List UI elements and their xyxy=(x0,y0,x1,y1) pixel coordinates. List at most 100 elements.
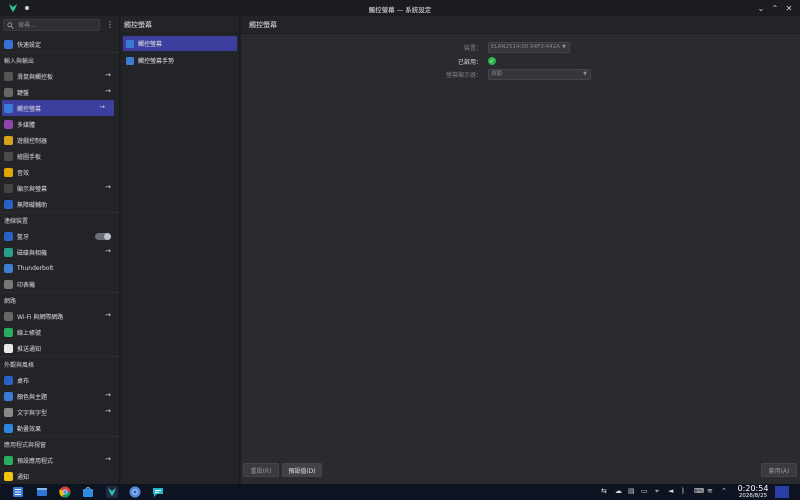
sidebar-item[interactable]: 觸控螢幕 → xyxy=(2,100,114,116)
sidebar-item-label: 印表機 xyxy=(17,281,36,289)
printer-icon xyxy=(4,279,13,289)
sidebar-item[interactable]: 線上帳號 xyxy=(0,324,120,340)
maximize-icon: ⌃ xyxy=(771,3,779,13)
enabled-checkbox[interactable]: ✓ xyxy=(488,57,496,65)
tray-expand-icon[interactable]: ⌃ xyxy=(721,487,727,495)
sidebar-item[interactable]: Thunderbolt xyxy=(0,260,120,276)
device-select[interactable]: ELAN2514:00 04F3:442A ▼ xyxy=(488,41,570,53)
colors-themes-icon xyxy=(4,391,13,401)
reset-button[interactable]: 重設(R) xyxy=(243,463,279,477)
sidebar-item[interactable]: 印表機 xyxy=(0,276,120,292)
location-icon[interactable]: ⌖ xyxy=(655,487,659,496)
orientation-row: 螢幕顯示器： 自動 ▼ xyxy=(241,68,800,80)
bluetooth-tray-icon[interactable]: ᛒ xyxy=(681,487,685,495)
sidebar-item[interactable]: 磁碟與相機 → xyxy=(0,244,120,260)
sidebar-nav: 快速設定 輸入與輸出 滑鼠與觸控板 → 鍵盤 → 觸控螢幕 → 多媒體 遊戲控制器 繪圖手板 音效 顯示… xyxy=(0,36,120,484)
subcategory-item-label: 觸控螢幕手勢 xyxy=(138,58,175,65)
sidebar-item-label: 多媒體 xyxy=(17,121,36,129)
search-input[interactable] xyxy=(18,20,98,30)
search-box[interactable] xyxy=(3,19,100,31)
chevron-right-icon: → xyxy=(105,391,111,399)
window-title: 觸控螢幕 — 系統設定 xyxy=(368,6,432,14)
orientation-value: 自動 xyxy=(491,70,503,77)
chevron-right-icon: → xyxy=(105,455,111,463)
sidebar-item[interactable]: Wi-Fi 與網際網路 → xyxy=(0,308,120,324)
settings-content: 觸控螢幕 裝置： ELAN2514:00 04F3:442A ▼ 已啟用： ✓ … xyxy=(241,16,800,484)
sidebar-item-label: 磁碟與相機 xyxy=(17,249,48,257)
sound-icon xyxy=(4,167,13,177)
subcategory-item[interactable]: 觸控螢幕 xyxy=(123,36,237,51)
sidebar-item[interactable]: 音效 xyxy=(0,164,120,180)
clipboard-icon[interactable]: ▤ xyxy=(628,487,635,495)
chrome-browser-icon[interactable] xyxy=(59,486,71,498)
sidebar-item-label: 遊戲控制器 xyxy=(17,137,48,145)
minimize-button[interactable]: ⌄ xyxy=(755,2,767,14)
subcategory-item-label: 觸控螢幕 xyxy=(138,41,163,48)
page-title: 觸控螢幕 xyxy=(241,16,800,34)
volume-icon[interactable]: ◄ xyxy=(668,487,673,495)
system-settings-icon[interactable] xyxy=(106,486,118,498)
network-activity-icon[interactable]: ⇆ xyxy=(601,487,607,495)
hamburger-menu-button[interactable]: ⋮ xyxy=(104,19,116,31)
enabled-label: 已啟用： xyxy=(457,58,482,66)
sidebar-item[interactable]: 文字與字型 → xyxy=(0,404,120,420)
sidebar-item[interactable]: 預設應用程式 → xyxy=(0,452,120,468)
wallpaper-icon xyxy=(4,375,13,385)
sidebar-item[interactable]: 推送通知 xyxy=(0,340,120,356)
sidebar-item-label: 快速設定 xyxy=(17,41,42,49)
wifi-icon xyxy=(4,311,13,321)
close-button[interactable]: ✕ xyxy=(783,2,795,14)
device-icon[interactable]: ▭ xyxy=(641,487,648,495)
thunderbolt-icon xyxy=(4,263,13,273)
show-desktop-button[interactable] xyxy=(775,486,789,498)
bluetooth-toggle[interactable] xyxy=(95,233,111,240)
sidebar-item[interactable]: 鍵盤 → xyxy=(0,84,120,100)
animations-icon xyxy=(4,423,13,433)
chevron-right-icon: → xyxy=(105,407,111,415)
device-label: 裝置： xyxy=(463,44,482,52)
sidebar-item[interactable]: 通知 xyxy=(0,468,120,484)
device-value: ELAN2514:00 04F3:442A xyxy=(491,43,560,50)
sidebar-item[interactable]: 滑鼠與觸控板 → xyxy=(0,68,120,84)
chromium-icon[interactable] xyxy=(129,486,141,498)
sidebar-item[interactable]: 顯示與螢幕 → xyxy=(0,180,120,196)
sidebar-item-label: 推送通知 xyxy=(17,345,42,353)
sidebar-item[interactable]: 無障礙輔助 xyxy=(0,196,120,212)
clock[interactable]: 0:20:54 2026/8/25 xyxy=(735,484,771,499)
wifi-tray-icon[interactable]: ≋ xyxy=(707,487,713,495)
game-controller-icon xyxy=(4,135,13,145)
sidebar-item[interactable]: 桌布 xyxy=(0,372,120,388)
maximize-button[interactable]: ⌃ xyxy=(769,2,781,14)
sidebar-item[interactable]: 顏色與主題 → xyxy=(0,388,120,404)
sidebar-item[interactable]: 多媒體 xyxy=(0,116,120,132)
defaults-button[interactable]: 預設值(D) xyxy=(282,463,322,477)
store-icon[interactable] xyxy=(82,486,94,498)
cloud-icon[interactable]: ☁ xyxy=(615,487,622,495)
sidebar-section-header: 連線裝置 xyxy=(0,212,120,228)
sidebar-item[interactable]: 繪圖手板 xyxy=(0,148,120,164)
sidebar-item[interactable]: 快速設定 xyxy=(0,36,120,52)
subcategory-list: 觸控螢幕觸控螢幕手勢 xyxy=(121,36,239,68)
sidebar-item-label: 動畫效果 xyxy=(17,425,42,433)
chevron-right-icon: → xyxy=(99,103,105,111)
chevron-right-icon: → xyxy=(105,183,111,191)
start-menu-icon[interactable] xyxy=(12,486,24,498)
sidebar-section-header: 網路 xyxy=(0,292,120,308)
sidebar-item-label: 線上帳號 xyxy=(17,329,42,337)
chevron-right-icon: → xyxy=(105,247,111,255)
file-manager-icon[interactable] xyxy=(36,486,48,498)
orientation-select[interactable]: 自動 ▼ xyxy=(488,68,591,80)
chat-app-icon[interactable] xyxy=(152,486,164,498)
accessibility-icon xyxy=(4,199,13,209)
subcategory-item[interactable]: 觸控螢幕手勢 xyxy=(123,53,237,68)
sidebar-item[interactable]: 遊戲控制器 xyxy=(0,132,120,148)
input-method-icon[interactable]: ⌨ xyxy=(694,487,704,495)
sidebar-item[interactable]: 動畫效果 xyxy=(0,420,120,436)
touchscreen-icon xyxy=(126,56,134,65)
sidebar-item-label: 鍵盤 xyxy=(17,89,30,97)
sidebar-item-label: 觸控螢幕 xyxy=(17,105,42,113)
sidebar-item[interactable]: 藍牙 xyxy=(0,228,120,244)
apply-button[interactable]: 套用(A) xyxy=(761,463,797,477)
default-apps-icon xyxy=(4,455,13,465)
sidebar-item-label: Thunderbolt xyxy=(17,264,54,272)
